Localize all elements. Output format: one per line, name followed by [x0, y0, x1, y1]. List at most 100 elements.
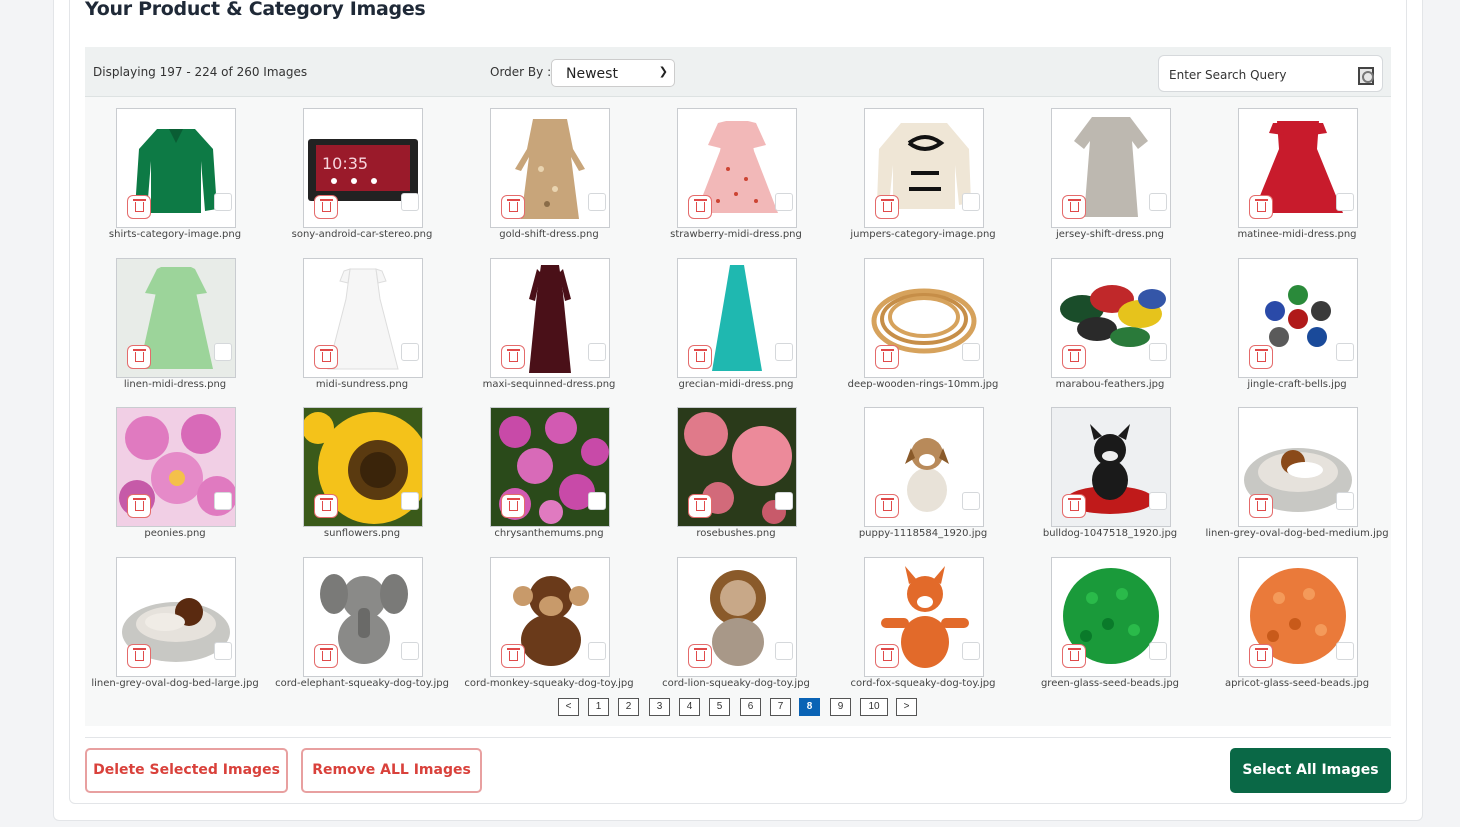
select-image-checkbox[interactable] [214, 492, 232, 510]
pagination-page-9[interactable]: 9 [830, 698, 851, 716]
delete-image-button[interactable] [688, 644, 712, 668]
pagination-page-6[interactable]: 6 [740, 698, 761, 716]
image-tile[interactable]: strawberry-midi-dress.png [646, 97, 826, 242]
pagination-page-8[interactable]: 8 [799, 698, 820, 716]
search-icon[interactable] [1358, 67, 1374, 85]
delete-image-button[interactable] [501, 644, 525, 668]
delete-image-button[interactable] [1249, 644, 1273, 668]
image-tile[interactable]: midi-sundress.png [272, 247, 452, 392]
image-tile[interactable]: linen-grey-oval-dog-bed-medium.jpg [1205, 396, 1389, 541]
pagination-prev-button[interactable]: < [558, 698, 579, 716]
image-thumbnail[interactable] [864, 258, 984, 378]
image-tile[interactable]: cord-lion-squeaky-dog-toy.jpg [646, 546, 826, 691]
delete-image-button[interactable] [501, 345, 525, 369]
image-thumbnail[interactable] [677, 407, 797, 527]
image-tile[interactable]: chrysanthemums.png [459, 396, 639, 541]
select-image-checkbox[interactable] [1336, 492, 1354, 510]
delete-image-button[interactable] [688, 345, 712, 369]
image-thumbnail[interactable] [1238, 557, 1358, 677]
image-thumbnail[interactable] [864, 407, 984, 527]
image-thumbnail[interactable] [864, 108, 984, 228]
delete-image-button[interactable] [501, 195, 525, 219]
image-thumbnail[interactable] [1238, 108, 1358, 228]
image-thumbnail[interactable] [490, 108, 610, 228]
select-image-checkbox[interactable] [401, 193, 419, 211]
delete-image-button[interactable] [875, 195, 899, 219]
image-thumbnail[interactable] [116, 407, 236, 527]
delete-image-button[interactable] [1062, 195, 1086, 219]
remove-all-button[interactable]: Remove ALL Images [301, 748, 482, 793]
image-thumbnail[interactable] [1051, 407, 1171, 527]
select-image-checkbox[interactable] [775, 492, 793, 510]
select-image-checkbox[interactable] [214, 343, 232, 361]
image-tile[interactable]: marabou-feathers.jpg [1020, 247, 1200, 392]
image-thumbnail[interactable] [116, 108, 236, 228]
image-thumbnail[interactable] [864, 557, 984, 677]
image-thumbnail[interactable] [1051, 258, 1171, 378]
select-all-button[interactable]: Select All Images [1230, 748, 1391, 793]
image-tile[interactable]: matinee-midi-dress.png [1207, 97, 1387, 242]
image-tile[interactable]: deep-wooden-rings-10mm.jpg [833, 247, 1013, 392]
delete-image-button[interactable] [314, 494, 338, 518]
image-tile[interactable]: peonies.png [85, 396, 265, 541]
pagination-page-1[interactable]: 1 [588, 698, 609, 716]
image-tile[interactable]: cord-monkey-squeaky-dog-toy.jpg [459, 546, 639, 691]
select-image-checkbox[interactable] [1149, 343, 1167, 361]
select-image-checkbox[interactable] [588, 642, 606, 660]
image-tile[interactable]: green-glass-seed-beads.jpg [1020, 546, 1200, 691]
select-image-checkbox[interactable] [1336, 193, 1354, 211]
image-thumbnail[interactable] [490, 407, 610, 527]
pagination-page-3[interactable]: 3 [649, 698, 670, 716]
image-tile[interactable]: jingle-craft-bells.jpg [1207, 247, 1387, 392]
image-tile[interactable]: puppy-1118584_1920.jpg [833, 396, 1013, 541]
select-image-checkbox[interactable] [775, 193, 793, 211]
image-tile[interactable]: bulldog-1047518_1920.jpg [1020, 396, 1200, 541]
pagination-next-button[interactable]: > [896, 698, 917, 716]
delete-image-button[interactable] [314, 195, 338, 219]
select-image-checkbox[interactable] [588, 343, 606, 361]
select-image-checkbox[interactable] [962, 492, 980, 510]
pagination-page-4[interactable]: 4 [679, 698, 700, 716]
image-thumbnail[interactable] [303, 557, 423, 677]
delete-image-button[interactable] [688, 195, 712, 219]
image-thumbnail[interactable] [1238, 258, 1358, 378]
image-tile[interactable]: linen-midi-dress.png [85, 247, 265, 392]
select-image-checkbox[interactable] [588, 492, 606, 510]
image-tile[interactable]: sunflowers.png [272, 396, 452, 541]
delete-image-button[interactable] [875, 345, 899, 369]
search-input[interactable]: Enter Search Query [1169, 68, 1287, 82]
delete-image-button[interactable] [1249, 345, 1273, 369]
delete-image-button[interactable] [875, 644, 899, 668]
select-image-checkbox[interactable] [1149, 193, 1167, 211]
pagination-page-5[interactable]: 5 [709, 698, 730, 716]
delete-image-button[interactable] [1062, 644, 1086, 668]
image-tile[interactable]: jersey-shift-dress.png [1020, 97, 1200, 242]
delete-image-button[interactable] [875, 494, 899, 518]
select-image-checkbox[interactable] [775, 343, 793, 361]
select-image-checkbox[interactable] [962, 642, 980, 660]
image-tile[interactable]: jumpers-category-image.png [833, 97, 1013, 242]
delete-image-button[interactable] [127, 494, 151, 518]
image-thumbnail[interactable] [116, 557, 236, 677]
image-tile[interactable]: 10:35 sony-android-car-stereo.png [272, 97, 452, 242]
select-image-checkbox[interactable] [588, 193, 606, 211]
delete-image-button[interactable] [1062, 345, 1086, 369]
select-image-checkbox[interactable] [1336, 642, 1354, 660]
image-thumbnail[interactable] [303, 407, 423, 527]
select-image-checkbox[interactable] [775, 642, 793, 660]
pagination-page-2[interactable]: 2 [618, 698, 639, 716]
select-image-checkbox[interactable] [1336, 343, 1354, 361]
image-tile[interactable]: grecian-midi-dress.png [646, 247, 826, 392]
select-image-checkbox[interactable] [401, 492, 419, 510]
delete-image-button[interactable] [688, 494, 712, 518]
image-tile[interactable]: maxi-sequinned-dress.png [459, 247, 639, 392]
image-thumbnail[interactable] [490, 258, 610, 378]
delete-image-button[interactable] [127, 195, 151, 219]
select-image-checkbox[interactable] [214, 193, 232, 211]
pagination-page-7[interactable]: 7 [770, 698, 791, 716]
select-image-checkbox[interactable] [1149, 642, 1167, 660]
image-thumbnail[interactable] [677, 108, 797, 228]
delete-image-button[interactable] [501, 494, 525, 518]
image-thumbnail[interactable] [1051, 108, 1171, 228]
image-thumbnail[interactable]: 10:35 [303, 108, 423, 228]
